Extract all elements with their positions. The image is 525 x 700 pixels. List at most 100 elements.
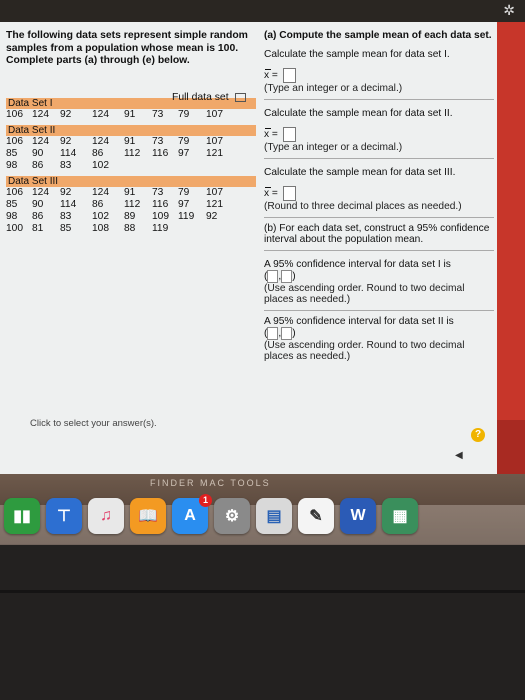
- table-cell: [178, 223, 206, 235]
- background-edge: [497, 22, 525, 474]
- table-row: 98 86 83 102 89 109 119 92: [6, 211, 256, 223]
- keyboard-edge: [0, 590, 525, 593]
- table-cell: 108: [92, 222, 109, 234]
- table-cell: 98: [6, 159, 18, 171]
- data-set-3-header: Data Set III: [6, 175, 256, 187]
- part-b-title: (b) For each data set, construct a 95% c…: [264, 223, 490, 245]
- table-cell: [152, 160, 178, 172]
- table-cell: 79: [178, 108, 190, 120]
- table-cell: 106: [6, 186, 23, 198]
- full-data-label: Full data set: [172, 92, 229, 103]
- ci-1-lower-input[interactable]: [267, 270, 279, 283]
- ci-2-upper-input[interactable]: [281, 327, 293, 340]
- ci-2-text: A 95% confidence interval for data set I…: [264, 316, 454, 327]
- table-cell: 73: [152, 108, 164, 120]
- table-cell: 85: [6, 147, 18, 159]
- table-row: 98 86 83 102: [6, 160, 256, 172]
- ci-2-lower-input[interactable]: [267, 327, 279, 340]
- xbar-label: x =: [264, 69, 278, 82]
- table-cell: 114: [60, 198, 77, 210]
- table-cell: 90: [32, 198, 44, 210]
- table-cell: 91: [124, 135, 136, 147]
- background-edge: [497, 420, 525, 480]
- table-cell: [206, 160, 236, 172]
- dock: ▮▮ ⊤ ♫ 📖 A 1 ⚙ ▤ ✎ W ▦: [0, 494, 525, 540]
- table-cell: 85: [6, 198, 18, 210]
- appstore-app-icon[interactable]: A 1: [172, 494, 212, 534]
- ci-1-text: A 95% confidence interval for data set I…: [264, 259, 451, 270]
- divider: [264, 250, 494, 251]
- ci-2-hint: (Use ascending order. Round to two decim…: [264, 340, 465, 362]
- divider: [264, 310, 494, 311]
- answer-2-input[interactable]: [282, 127, 296, 142]
- data-set-2-header: Data Set II: [6, 124, 256, 136]
- table-cell: 86: [32, 159, 44, 171]
- part-a-title: (a) Compute the sample mean of each data…: [264, 30, 492, 41]
- table-cell: 81: [32, 222, 44, 234]
- table-cell: 89: [124, 210, 136, 222]
- table-cell: 85: [60, 222, 72, 234]
- table-cell: 116: [152, 147, 169, 159]
- table-cell: 112: [124, 147, 141, 159]
- other-app-icon[interactable]: ▦: [382, 498, 418, 534]
- calc-2-text: Calculate the sample mean for data set I…: [264, 108, 453, 119]
- table-cell: 92: [60, 108, 72, 120]
- hint-2: (Type an integer or a decimal.): [264, 142, 403, 153]
- keynote-app-icon[interactable]: ⊤: [46, 498, 82, 534]
- table-cell: 86: [32, 210, 44, 222]
- preview-app-icon[interactable]: ▤: [256, 498, 292, 534]
- table-cell: 124: [92, 108, 109, 120]
- data-set-3: Data Set III 106 124 92 124 91 73 79 107 85 90 114…: [6, 175, 256, 235]
- table-cell: 107: [206, 108, 223, 120]
- answer-3-row: x =: [264, 186, 494, 201]
- answer-1-row: x =: [264, 68, 494, 83]
- table-row: 85 90 114 86 112 116 97 121: [6, 148, 256, 160]
- answer-3-input[interactable]: [282, 186, 296, 201]
- laptop-bezel: [0, 545, 525, 700]
- table-cell: 86: [92, 198, 104, 210]
- answer-1-input[interactable]: [282, 68, 296, 83]
- word-app-icon[interactable]: W: [340, 498, 376, 534]
- ibooks-app-icon[interactable]: 📖: [130, 498, 166, 534]
- table-cell: 109: [152, 210, 169, 222]
- problem-intro: The following data sets represent simple…: [6, 30, 248, 66]
- gear-icon[interactable]: ✲: [503, 2, 515, 19]
- full-data-set-link[interactable]: Full data set: [172, 92, 246, 103]
- calc-1-text: Calculate the sample mean for data set I…: [264, 49, 450, 60]
- table-cell: 83: [60, 210, 72, 222]
- table-cell: 124: [32, 186, 49, 198]
- table-cell: 91: [124, 186, 136, 198]
- table-cell: 97: [178, 198, 190, 210]
- table-cell: 73: [152, 186, 164, 198]
- itunes-app-icon[interactable]: ♫: [88, 498, 124, 534]
- divider: [264, 99, 494, 100]
- ci-1-upper-input[interactable]: [281, 270, 293, 283]
- data-set-1-table: 106 124 92 124 91 73 79 107: [6, 109, 256, 121]
- table-cell: 121: [206, 147, 223, 159]
- hint-1: (Type an integer or a decimal.): [264, 83, 403, 94]
- click-to-select-text: Click to select your answer(s).: [30, 418, 157, 429]
- numbers-app-icon[interactable]: ▮▮: [4, 498, 40, 534]
- help-icon[interactable]: ?: [471, 428, 485, 442]
- table-cell: 112: [124, 198, 141, 210]
- table-row: 85 90 114 86 112 116 97 121: [6, 199, 256, 211]
- table-cell: 116: [152, 198, 169, 210]
- table-row: 106 124 92 124 91 73 79 107: [6, 109, 256, 121]
- table-cell: [124, 160, 152, 172]
- settings-app-icon[interactable]: ⚙: [214, 498, 250, 534]
- screen-top-bezel: ✲: [0, 0, 525, 22]
- textedit-app-icon[interactable]: ✎: [298, 498, 334, 534]
- table-cell: 106: [6, 135, 23, 147]
- prev-arrow-icon[interactable]: ◀: [455, 450, 463, 461]
- table-cell: 92: [60, 186, 72, 198]
- table-row: 106 124 92 124 91 73 79 107: [6, 187, 256, 199]
- table-row: 100 81 85 108 88 119: [6, 223, 256, 235]
- dock-label: FINDER MAC TOOLS: [150, 478, 271, 488]
- table-cell: 106: [6, 108, 23, 120]
- data-set-2: Data Set II 106 124 92 124 91 73 79 107 85 90 114 8…: [6, 124, 256, 172]
- table-cell: 124: [92, 186, 109, 198]
- app-window: The following data sets represent simple…: [0, 22, 497, 474]
- data-panel: The following data sets represent simple…: [6, 30, 256, 235]
- ci-2-row: (,): [264, 327, 296, 340]
- divider: [264, 217, 494, 218]
